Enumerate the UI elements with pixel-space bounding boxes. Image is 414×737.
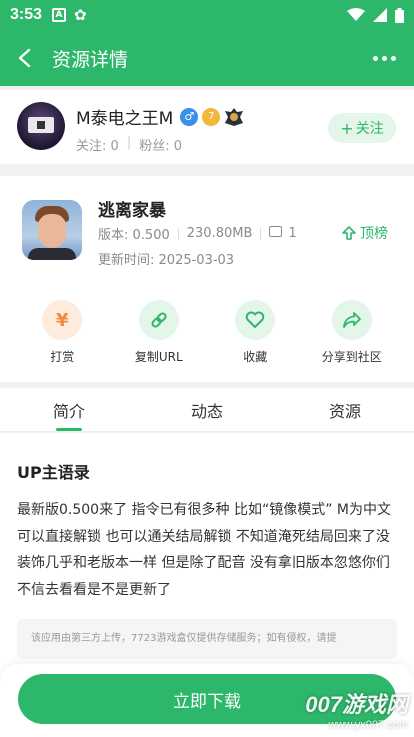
watermark: 007游戏网 www.yx007.com xyxy=(305,687,408,731)
chevron-left-icon xyxy=(18,48,31,68)
wifi-icon xyxy=(347,8,365,21)
page-title: 资源详情 xyxy=(52,48,129,71)
share-icon xyxy=(331,300,372,340)
uploader-card: M泰电之王M ♂ 7 关注: 0 | 粉丝: 0 + 关注 xyxy=(0,90,414,164)
tab-intro-label: 简介 xyxy=(52,401,85,421)
intro-text: 最新版0.500来了 指令已有很多种 比如“镜像模式” M为中文 可以直接解锁 … xyxy=(17,502,392,598)
copy-url-button[interactable]: 复制URL xyxy=(114,300,204,365)
follow-count: 0 xyxy=(110,139,119,154)
image-count: 1 xyxy=(288,226,297,241)
image-icon xyxy=(269,226,283,237)
top-rank-label: 顶榜 xyxy=(360,226,388,242)
yuan-icon: ¥ xyxy=(42,300,83,340)
uploader-name-row: M泰电之王M ♂ 7 xyxy=(76,104,244,129)
copy-url-label: 复制URL xyxy=(134,350,183,364)
resource-card: 逃离家暴 版本: 0.500 230.80MB 1 更新时间: 2025-03-… xyxy=(0,176,414,382)
uploader-avatar[interactable] xyxy=(17,102,65,150)
fans-count: 0 xyxy=(173,139,183,154)
link-icon xyxy=(138,300,179,340)
more-dot-icon xyxy=(391,55,396,61)
bottom-bar: 立即下载 007游戏网 www.yx007.com xyxy=(0,664,414,737)
version-value: 0.500 xyxy=(132,228,170,243)
follow-button-label: 关注 xyxy=(355,121,384,137)
more-menu-button[interactable] xyxy=(373,55,396,61)
rank-badge-icon xyxy=(224,107,244,127)
more-dot-icon xyxy=(382,55,387,61)
tab-intro[interactable]: 简介 xyxy=(0,388,138,431)
resource-name: 逃离家暴 xyxy=(98,201,166,221)
update-date: 2025-03-03 xyxy=(158,253,235,268)
watermark-line2: www.yx007.com xyxy=(328,719,408,731)
intro-title: UP主语录 xyxy=(17,463,90,482)
plus-icon: + xyxy=(340,118,354,138)
tab-bar: 简介 动态 资源 xyxy=(0,388,414,432)
update-time: 更新时间: 2025-03-03 xyxy=(98,249,234,268)
follow-label: 关注: xyxy=(76,139,107,154)
top-rank-button[interactable]: 顶榜 xyxy=(342,223,388,243)
fans-label: 粉丝: xyxy=(139,139,170,154)
male-icon: ♂ xyxy=(180,107,199,126)
version-label: 版本: xyxy=(98,228,129,243)
a-icon: A xyxy=(52,8,67,22)
heart-icon xyxy=(235,300,276,340)
tab-activity-label: 动态 xyxy=(190,401,223,421)
reward-button[interactable]: ¥ 打赏 xyxy=(17,300,107,365)
tab-indicator xyxy=(56,428,82,431)
update-label: 更新时间: xyxy=(98,253,155,268)
more-dot-icon xyxy=(373,55,378,61)
watermark-line1: 007游戏网 xyxy=(305,692,408,717)
app-bar: 资源详情 xyxy=(0,30,414,86)
app-notify-icon: ✿ xyxy=(74,6,87,24)
reward-label: 打赏 xyxy=(50,350,75,364)
file-size: 230.80MB xyxy=(186,226,253,241)
share-community-button[interactable]: 分享到社区 xyxy=(307,300,397,365)
favorite-label: 收藏 xyxy=(243,350,268,364)
copyright-notice: 该应用由第三方上传，7723游戏盒仅提供存储服务；如有侵权，请提 xyxy=(17,619,397,659)
arrow-up-icon xyxy=(342,226,356,240)
action-bar: ¥ 打赏 复制URL 收藏 分享到社区 xyxy=(0,300,414,365)
tab-resources-label: 资源 xyxy=(328,401,361,421)
uploader-stats: 关注: 0 | 粉丝: 0 xyxy=(76,135,183,154)
status-time: 3:53 xyxy=(10,6,43,23)
level-badge-icon: 7 xyxy=(202,107,221,126)
back-button[interactable] xyxy=(2,30,46,86)
status-bar: 3:53 A ✿ xyxy=(0,0,414,30)
uploader-name[interactable]: M泰电之王M xyxy=(76,104,173,129)
signal-icon xyxy=(373,8,387,22)
share-community-label: 分享到社区 xyxy=(321,350,382,364)
resource-meta: 版本: 0.500 230.80MB 1 xyxy=(98,224,297,243)
follow-button[interactable]: + 关注 xyxy=(328,113,396,143)
battery-icon xyxy=(395,7,404,23)
tab-resources[interactable]: 资源 xyxy=(276,388,414,431)
tab-activity[interactable]: 动态 xyxy=(138,388,276,431)
game-icon xyxy=(22,200,82,260)
favorite-button[interactable]: 收藏 xyxy=(210,300,300,365)
